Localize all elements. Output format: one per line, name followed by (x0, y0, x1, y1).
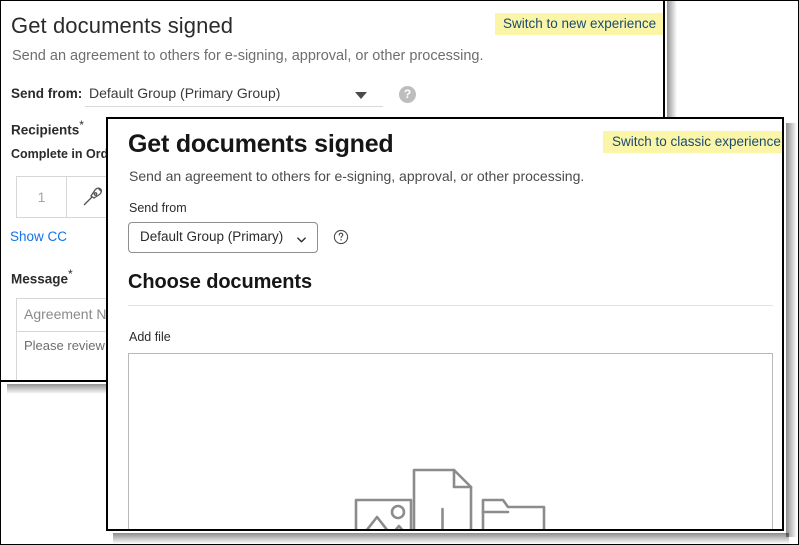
classic-message-text: Message (11, 271, 69, 287)
file-dropzone[interactable]: Choose files (128, 353, 773, 529)
help-icon[interactable]: ? (399, 86, 416, 103)
new-send-from-label: Send from (129, 201, 187, 215)
new-panel-shadow-right (786, 123, 797, 537)
chevron-down-icon (296, 232, 307, 243)
classic-recipients-label: Recipients* (11, 118, 84, 138)
new-send-from-select[interactable]: Default Group (Primary) (128, 222, 318, 253)
classic-complete-in-order-label: Complete in Ord (11, 147, 109, 161)
new-send-from-value: Default Group (Primary) (140, 229, 284, 244)
new-page-subtitle: Send an agreement to others for e-signin… (129, 168, 585, 184)
required-marker: * (79, 118, 84, 132)
new-experience-panel: Get documents signed Send an agreement t… (106, 117, 784, 531)
dropzone-illustration (129, 462, 772, 529)
agreement-name-placeholder: Agreement N (24, 306, 107, 322)
choose-documents-heading: Choose documents (128, 271, 312, 293)
classic-page-subtitle: Send an agreement to others for e-signin… (12, 48, 484, 64)
recipient-index: 1 (17, 177, 67, 217)
classic-send-from-label: Send from: (11, 86, 83, 101)
screenshot-root: Get documents signed Send an agreement t… (0, 0, 799, 545)
required-marker: * (68, 267, 73, 281)
section-divider (128, 305, 773, 306)
folder-icon (481, 498, 545, 529)
help-icon[interactable] (333, 229, 349, 245)
classic-message-label: Message* (11, 267, 73, 287)
chevron-down-icon (355, 92, 367, 99)
new-page-title: Get documents signed (128, 130, 394, 158)
switch-to-classic-experience-button[interactable]: Switch to classic experience (603, 131, 782, 153)
message-body-placeholder: Please review a (24, 338, 116, 353)
image-icon (354, 498, 412, 529)
document-download-icon (412, 468, 472, 529)
new-panel-shadow-bottom (113, 533, 789, 544)
classic-send-from-value: Default Group (Primary Group) (89, 85, 281, 101)
show-cc-link[interactable]: Show CC (10, 229, 67, 244)
classic-recipient-row[interactable]: 1 (16, 176, 120, 218)
add-file-label: Add file (129, 330, 171, 344)
classic-recipients-text: Recipients (11, 122, 80, 138)
switch-to-new-experience-button[interactable]: Switch to new experience (495, 13, 663, 35)
classic-send-from-dropdown[interactable]: Default Group (Primary Group) (85, 83, 383, 107)
classic-page-title: Get documents signed (11, 13, 234, 38)
